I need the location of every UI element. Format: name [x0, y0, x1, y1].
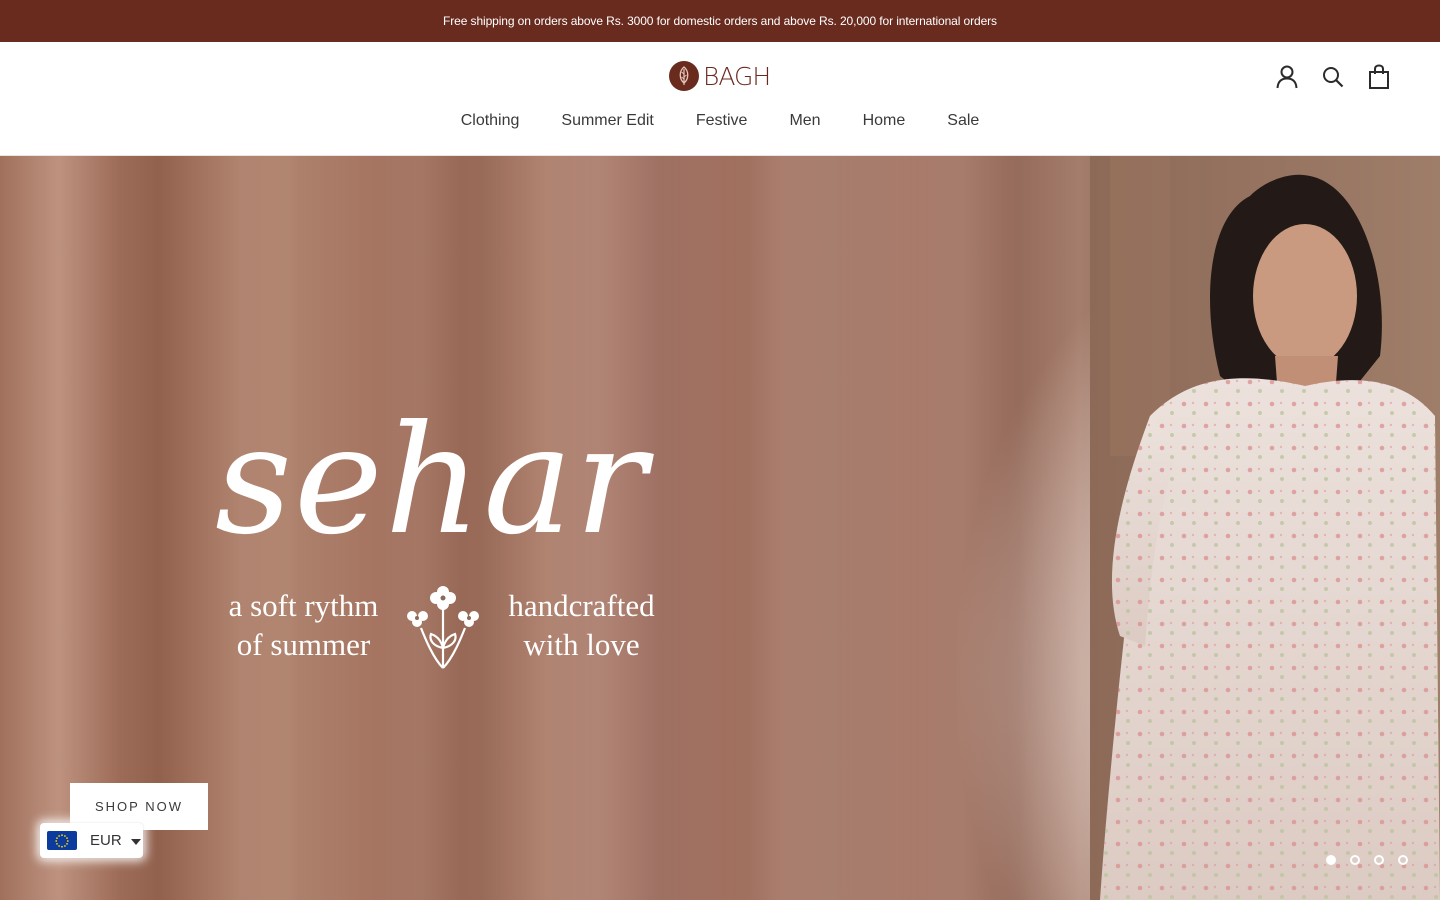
- brand-logo[interactable]: BAGH: [669, 60, 771, 92]
- hero-tagline-left: a soft rythm of summer: [228, 588, 379, 662]
- eu-flag-icon: [47, 831, 77, 850]
- nav-item-summer-edit[interactable]: Summer Edit: [561, 112, 653, 130]
- site-header: BAGH Clothing Summer Edit Festive Men Ho: [0, 42, 1440, 156]
- announcement-bar: Free shipping on orders above Rs. 3000 f…: [0, 0, 1440, 42]
- nav-item-clothing[interactable]: Clothing: [461, 112, 520, 130]
- header-actions: [1274, 64, 1392, 90]
- nav-item-home[interactable]: Home: [863, 112, 906, 130]
- hero-model-image: [1090, 156, 1440, 900]
- slideshow-pagination: [1326, 855, 1408, 865]
- nav-item-men[interactable]: Men: [789, 112, 820, 130]
- slide-dot-1[interactable]: [1326, 855, 1336, 865]
- nav-item-sale[interactable]: Sale: [947, 112, 979, 130]
- leaf-logo-icon: [669, 61, 699, 91]
- announcement-text: Free shipping on orders above Rs. 3000 f…: [443, 14, 997, 28]
- cart-icon[interactable]: [1366, 64, 1392, 90]
- nav-item-festive[interactable]: Festive: [696, 112, 748, 130]
- flower-motif-icon: [407, 586, 479, 669]
- currency-code: EUR: [90, 832, 122, 849]
- slide-dot-3[interactable]: [1374, 855, 1384, 865]
- main-nav: Clothing Summer Edit Festive Men Home Sa…: [0, 112, 1440, 130]
- currency-selector[interactable]: EUR: [40, 823, 143, 858]
- hero-banner[interactable]: sehar a soft rythm of summer handcrafted…: [0, 156, 1440, 900]
- brand-name: BAGH: [703, 61, 771, 91]
- hero-script-title: sehar: [215, 394, 649, 568]
- account-icon[interactable]: [1274, 64, 1300, 90]
- caret-down-icon: [130, 838, 141, 845]
- hero-tagline-right: handcrafted with love: [508, 588, 655, 662]
- slide-dot-2[interactable]: [1350, 855, 1360, 865]
- slide-dot-4[interactable]: [1398, 855, 1408, 865]
- search-icon[interactable]: [1320, 64, 1346, 90]
